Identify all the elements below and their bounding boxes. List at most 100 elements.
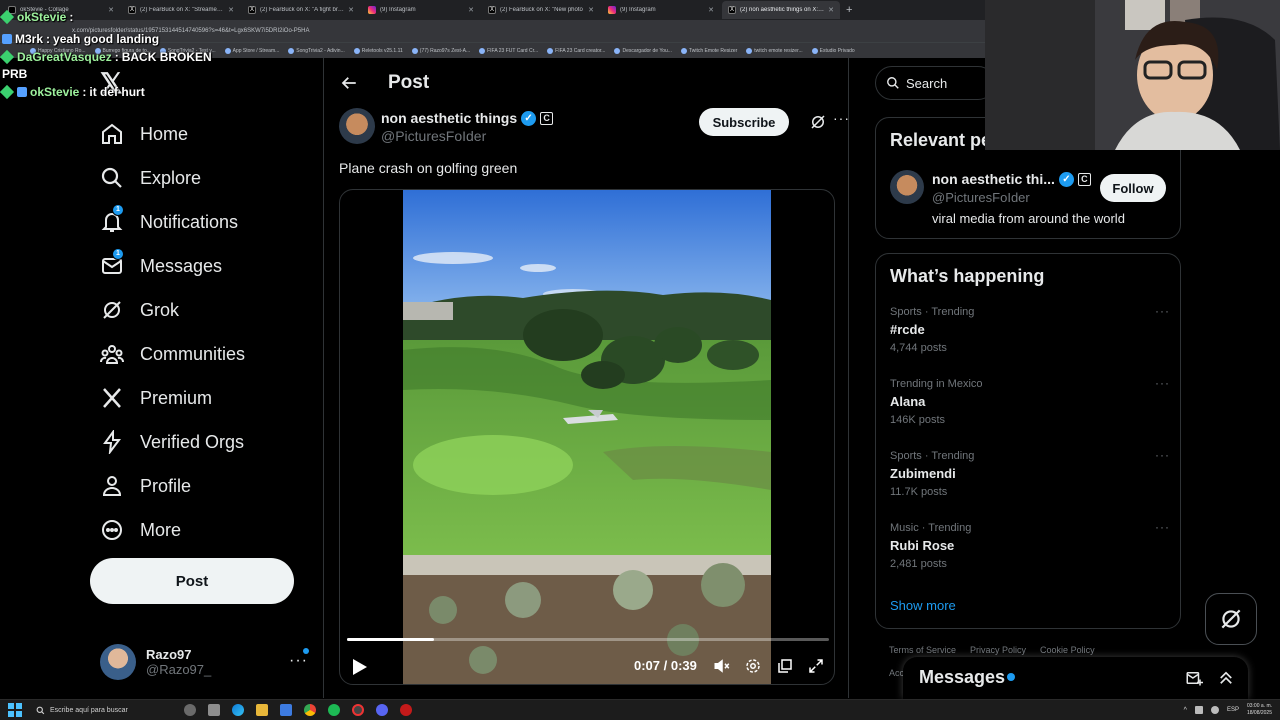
- relevant-user-name[interactable]: non aesthetic thi...: [932, 171, 1055, 187]
- store-icon[interactable]: [280, 704, 292, 716]
- video-time: 0:07 / 0:39: [634, 658, 697, 673]
- spotify-icon[interactable]: [328, 704, 340, 716]
- author-name[interactable]: non aesthetic things: [381, 110, 517, 126]
- picture-in-picture-icon[interactable]: [776, 657, 794, 675]
- trend-item[interactable]: Trending in Mexico Alana 146K posts ···: [890, 376, 1170, 444]
- close-icon[interactable]: ✕: [588, 6, 594, 14]
- video-player[interactable]: 0:07 / 0:39: [339, 189, 835, 685]
- notification-badge: 1: [112, 204, 124, 216]
- trend-item[interactable]: Sports · Trending Zubimendi 11.7K posts …: [890, 448, 1170, 516]
- bookmark[interactable]: FIFA 23 FUT Card Cr...: [479, 47, 538, 54]
- whats-happening-card: What’s happening Sports · Trending #rcde…: [875, 253, 1181, 629]
- search-placeholder: Search: [906, 75, 948, 91]
- grok-floating-button[interactable]: [1205, 593, 1257, 645]
- more-horizontal-icon[interactable]: ···: [1155, 520, 1170, 534]
- browser-tab-active[interactable]: X (2) non aesthetic things on X: "P ✕: [722, 1, 840, 19]
- trend-item[interactable]: Music · Trending Rubi Rose 2,481 posts ·…: [890, 520, 1170, 588]
- nav-item-profile[interactable]: Profile: [100, 464, 300, 508]
- primary-nav: Home Explore 1 Notifications 1 Messages …: [100, 112, 300, 552]
- nav-item-grok[interactable]: Grok: [100, 288, 300, 332]
- new-tab-icon[interactable]: +: [846, 4, 852, 16]
- bookmark[interactable]: Descargador de You...: [614, 47, 672, 54]
- more-horizontal-icon[interactable]: ···: [1155, 304, 1170, 318]
- more-horizontal-icon[interactable]: ···: [1155, 448, 1170, 462]
- close-icon[interactable]: ✕: [828, 6, 834, 14]
- messages-drawer[interactable]: Messages: [903, 657, 1248, 699]
- bookmark[interactable]: twitch emote resizer...: [746, 47, 803, 54]
- account-name: Razo97: [146, 647, 192, 662]
- nav-item-premium[interactable]: Premium: [100, 376, 300, 420]
- nav-item-communities[interactable]: Communities: [100, 332, 300, 376]
- video-progress-bar[interactable]: [347, 638, 829, 641]
- more-horizontal-icon[interactable]: ···: [289, 652, 308, 670]
- author-handle[interactable]: @PicturesFoIder: [381, 128, 486, 144]
- clock[interactable]: 03:00 a. m. 18/08/2025: [1247, 703, 1272, 717]
- post-text: Plane crash on golfing green: [339, 160, 518, 176]
- taskbar-search-input[interactable]: Escribe aquí para buscar: [32, 702, 172, 719]
- play-icon[interactable]: [352, 658, 368, 676]
- network-icon[interactable]: [1194, 706, 1203, 714]
- x-icon: X: [488, 6, 496, 14]
- bookmark[interactable]: FIFA 23 Card creator...: [547, 47, 605, 54]
- close-icon[interactable]: ✕: [468, 6, 474, 14]
- post-author: non aesthetic things ✓ C @PicturesFoIder…: [339, 108, 849, 148]
- settings-gear-icon[interactable]: [744, 657, 762, 675]
- browser-tab[interactable]: (9) Instagram ✕: [362, 1, 480, 19]
- windows-start-icon[interactable]: [8, 703, 22, 717]
- show-more-link[interactable]: Show more: [890, 598, 956, 613]
- language-indicator[interactable]: ESP: [1227, 707, 1239, 713]
- volume-icon[interactable]: [713, 657, 731, 675]
- author-avatar[interactable]: [339, 108, 375, 144]
- follow-button[interactable]: Follow: [1100, 174, 1166, 202]
- task-view-icon[interactable]: [208, 704, 220, 716]
- post-button[interactable]: Post: [90, 558, 294, 604]
- unread-dot: [1007, 673, 1015, 681]
- close-icon[interactable]: ✕: [348, 6, 354, 14]
- back-arrow-icon[interactable]: [340, 74, 358, 92]
- bookmark[interactable]: Reletools v25.1.11: [353, 47, 403, 54]
- chevron-up-icon[interactable]: [1217, 669, 1235, 687]
- edge-icon[interactable]: [232, 704, 244, 716]
- compose-message-icon[interactable]: [1185, 669, 1203, 687]
- discord-icon[interactable]: [376, 704, 388, 716]
- taskbar-app-icon[interactable]: [184, 704, 196, 716]
- lightning-icon: [103, 430, 121, 454]
- chevron-up-icon[interactable]: ^: [1184, 707, 1187, 714]
- bookmark[interactable]: (77) Razo97s Zest-A...: [411, 47, 470, 54]
- chrome-icon[interactable]: [304, 704, 316, 716]
- footer-link[interactable]: Terms of Service: [889, 645, 956, 655]
- close-icon[interactable]: ✕: [708, 6, 714, 14]
- obs-icon[interactable]: [352, 704, 364, 716]
- bookmark[interactable]: Twitch Emote Resizer: [680, 47, 737, 54]
- file-explorer-icon[interactable]: [256, 704, 268, 716]
- app-icon[interactable]: [400, 704, 412, 716]
- footer-links: Terms of Service Privacy Policy Cookie P…: [889, 645, 1095, 655]
- browser-tab[interactable]: X (2) FearBuck on X: "New photo ✕: [482, 1, 600, 19]
- volume-icon[interactable]: [1210, 706, 1219, 714]
- nav-item-home[interactable]: Home: [100, 112, 300, 156]
- search-icon: [36, 706, 45, 714]
- video-frame[interactable]: [403, 190, 771, 684]
- subscribe-button[interactable]: Subscribe: [699, 108, 789, 136]
- chat-badge-icon: [0, 9, 15, 25]
- stream-chat-overlay: okStevie: M3rk: yeah good landing DaGrea…: [0, 6, 332, 103]
- search-input[interactable]: Search: [875, 66, 995, 100]
- fullscreen-icon[interactable]: [807, 657, 825, 675]
- more-horizontal-icon[interactable]: ···: [1155, 376, 1170, 390]
- grok-icon[interactable]: [809, 113, 827, 131]
- bookmark[interactable]: Estudio Privado: [811, 47, 855, 54]
- account-switcher[interactable]: Razo97 @Razo97_ ···: [100, 642, 312, 682]
- nav-item-notifications[interactable]: 1 Notifications: [100, 200, 300, 244]
- trend-item[interactable]: Sports · Trending #rcde 4,744 posts ···: [890, 304, 1170, 372]
- person-icon: [102, 476, 122, 496]
- more-horizontal-icon[interactable]: ···: [833, 110, 850, 126]
- footer-link[interactable]: Privacy Policy: [970, 645, 1026, 655]
- footer-link[interactable]: Cookie Policy: [1040, 645, 1095, 655]
- nav-item-verified-orgs[interactable]: Verified Orgs: [100, 420, 300, 464]
- nav-item-more[interactable]: More: [100, 508, 300, 552]
- relevant-user-handle[interactable]: @PicturesFoIder: [932, 190, 1030, 205]
- avatar[interactable]: [890, 170, 924, 204]
- browser-tab[interactable]: (9) Instagram ✕: [602, 1, 720, 19]
- nav-item-explore[interactable]: Explore: [100, 156, 300, 200]
- nav-item-messages[interactable]: 1 Messages: [100, 244, 300, 288]
